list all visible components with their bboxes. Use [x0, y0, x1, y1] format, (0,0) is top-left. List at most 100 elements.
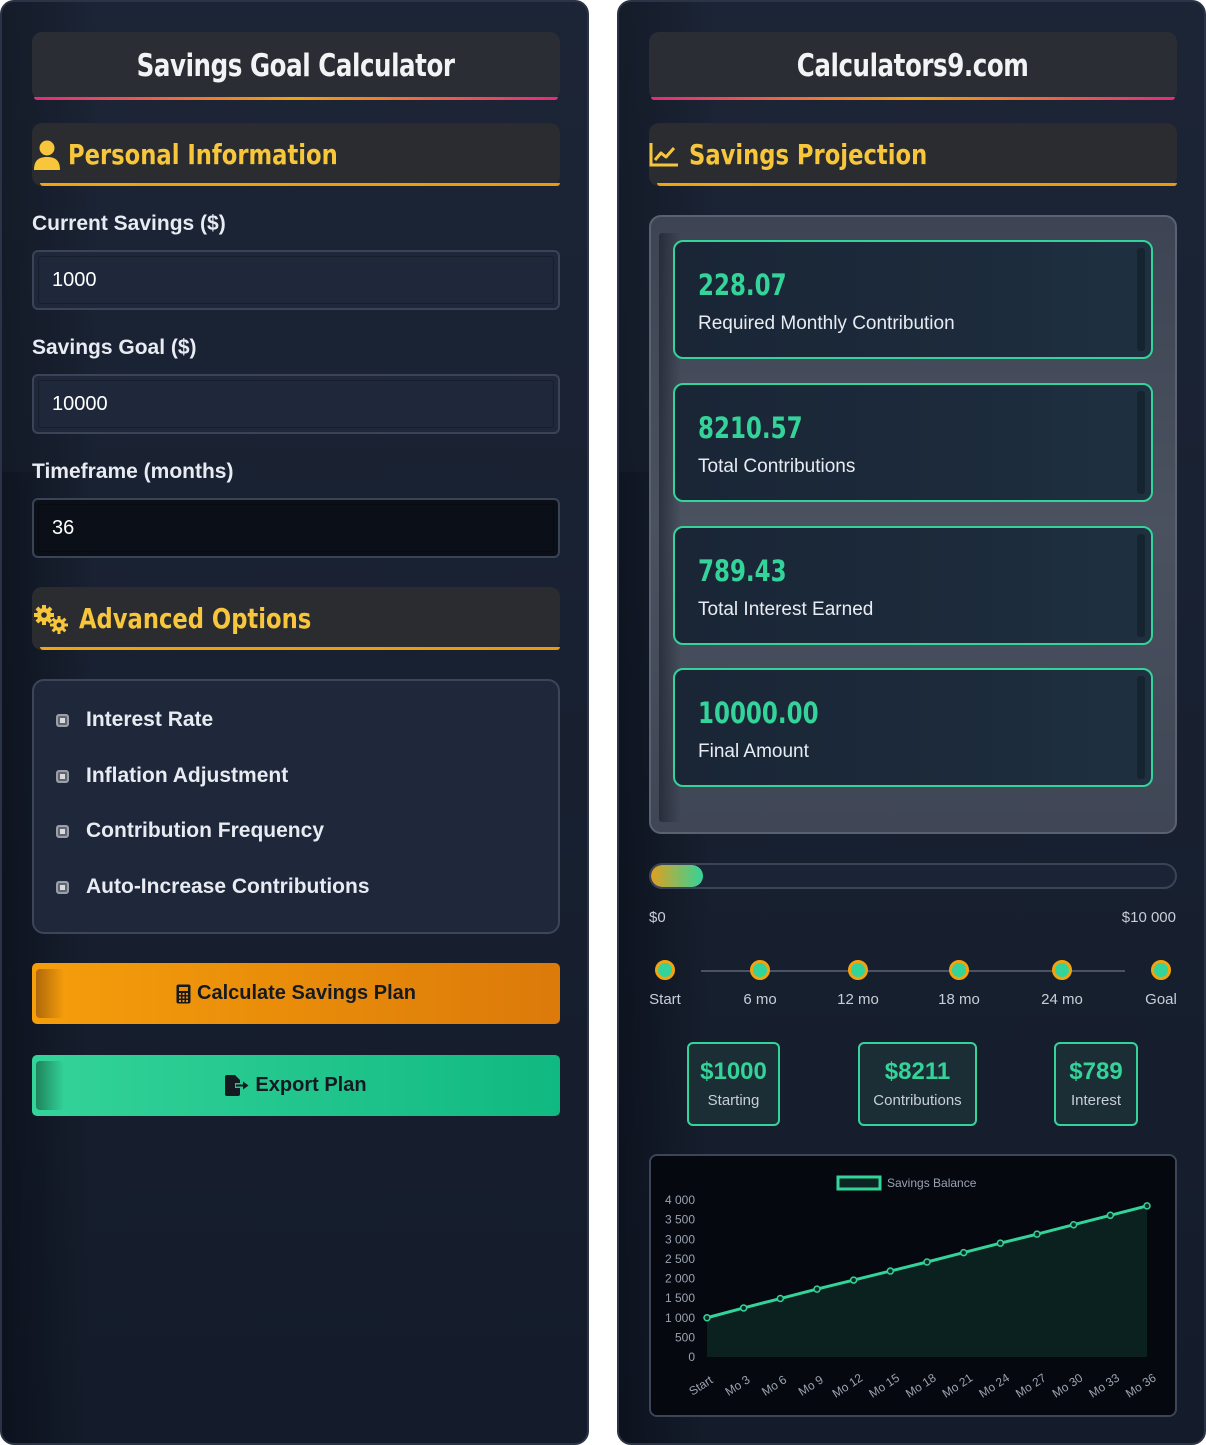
option-contribution-frequency[interactable]: Contribution Frequency: [56, 819, 324, 843]
calculator-panel: Savings Goal Calculator Personal Informa…: [0, 0, 589, 1445]
data-point: [703, 1314, 711, 1322]
personal-info-header: Personal Information: [32, 123, 560, 186]
data-point: [886, 1267, 895, 1275]
option-interest-rate[interactable]: Interest Rate: [56, 708, 213, 732]
data-point: [849, 1276, 858, 1284]
savings-goal-value: 10000: [52, 392, 108, 415]
y-tick-label: 1 500: [665, 1291, 695, 1305]
savings-goal-input[interactable]: 10000: [32, 374, 560, 434]
stat-label: Total Contributions: [698, 456, 856, 477]
projection-header: Savings Projection: [649, 123, 1177, 186]
data-point: [959, 1248, 968, 1257]
current-savings-label: Current Savings ($): [32, 212, 226, 235]
progress-min-label: $0: [649, 909, 666, 926]
option-label: Contribution Frequency: [86, 819, 324, 842]
file-export-icon: [225, 1075, 249, 1096]
option-label: Auto-Increase Contributions: [86, 875, 370, 898]
calculate-button-label: Calculate Savings Plan: [197, 982, 416, 1004]
stat-value: 228.07: [698, 268, 787, 302]
results-panel: Calculators9.com Savings Projection 228.…: [617, 0, 1206, 1445]
y-tick-label: 3 500: [665, 1213, 695, 1227]
milestone: 12 mo: [818, 960, 898, 1008]
site-title-bar: Calculators9.com: [649, 32, 1177, 100]
stat-total-interest: 789.43 Total Interest Earned: [673, 526, 1153, 645]
chart-line-icon: [649, 140, 679, 170]
data-point: [813, 1285, 821, 1293]
summary-value: $789: [1069, 1058, 1123, 1085]
site-title: Calculators9.com: [797, 48, 1029, 84]
milestone-label: 18 mo: [938, 991, 980, 1008]
stat-value: 8210.57: [698, 411, 803, 445]
summary-contributions: $8211 Contributions: [858, 1042, 977, 1126]
milestone-dot: [655, 960, 675, 980]
progress-max-label: $10 000: [1121, 909, 1176, 926]
y-tick-label: 500: [675, 1330, 695, 1344]
stat-value: 10000.00: [698, 696, 819, 730]
data-point: [1143, 1202, 1151, 1210]
data-point: [1106, 1211, 1115, 1220]
data-point: [776, 1294, 785, 1303]
calculator-title-bar: Savings Goal Calculator: [32, 32, 560, 100]
data-point: [739, 1304, 748, 1312]
summary-value: $1000: [700, 1058, 767, 1085]
milestone-label: 6 mo: [743, 991, 777, 1008]
milestone: Goal: [1121, 960, 1201, 1008]
calculator-icon: [176, 984, 191, 1004]
summary-label: Interest: [1070, 1092, 1122, 1109]
milestone-label: 24 mo: [1041, 991, 1083, 1008]
stat-total-contributions: 8210.57 Total Contributions: [673, 383, 1153, 502]
data-point: [1069, 1220, 1078, 1229]
milestone-dot: [848, 960, 868, 980]
data-point: [923, 1258, 931, 1266]
savings-goal-label: Savings Goal ($): [32, 336, 197, 359]
legend-swatch: [836, 1175, 882, 1191]
y-tick-label: 0: [688, 1350, 695, 1364]
stat-label: Final Amount: [698, 741, 809, 762]
option-inflation-adjustment[interactable]: Inflation Adjustment: [56, 764, 288, 788]
milestone-label: Goal: [1145, 991, 1177, 1008]
y-tick-label: 2 000: [665, 1272, 695, 1286]
stat-monthly-contribution: 228.07 Required Monthly Contribution: [673, 240, 1153, 359]
option-auto-increase[interactable]: Auto-Increase Contributions: [56, 875, 370, 899]
milestone: 24 mo: [1022, 960, 1102, 1008]
data-point: [996, 1239, 1005, 1247]
calculator-title: Savings Goal Calculator: [137, 48, 455, 84]
timeframe-input[interactable]: 36: [32, 498, 560, 558]
summary-starting: $1000 Starting: [687, 1042, 780, 1126]
legend-label: Savings Balance: [887, 1176, 977, 1190]
export-button[interactable]: Export Plan: [32, 1055, 560, 1116]
y-tick-label: 1 000: [665, 1311, 695, 1325]
export-button-label: Export Plan: [255, 1074, 367, 1096]
user-icon: [32, 140, 62, 170]
timeframe-value: 36: [52, 516, 75, 539]
milestone-dot: [949, 960, 969, 980]
advanced-options-title: Advanced Options: [79, 602, 312, 635]
goal-progress-bar: [649, 863, 1177, 889]
option-label: Interest Rate: [86, 708, 214, 731]
advanced-options-list: Interest Rate Inflation Adjustment Contr…: [32, 679, 560, 934]
checkbox[interactable]: [56, 824, 69, 838]
current-savings-input[interactable]: 1000: [32, 250, 560, 310]
stat-value: 789.43: [698, 554, 787, 588]
advanced-options-header[interactable]: Advanced Options: [32, 587, 560, 650]
checkbox[interactable]: [56, 769, 69, 783]
checkbox[interactable]: [56, 713, 69, 727]
savings-chart-svg: 0 500 1 000 1 500 2 000 2 500 3 000 3 500 4 000 S…: [651, 1156, 1175, 1415]
milestone-label: 12 mo: [837, 991, 879, 1008]
savings-chart: 0 500 1 000 1 500 2 000 2 500 3 000 3 500 4 000 S…: [649, 1154, 1177, 1417]
milestone: 6 mo: [720, 960, 800, 1008]
milestone-label: Start: [649, 991, 681, 1008]
checkbox[interactable]: [56, 880, 69, 894]
stat-label: Total Interest Earned: [698, 599, 874, 620]
milestone: 18 mo: [919, 960, 999, 1008]
gears-icon: [32, 604, 70, 634]
stat-final-amount: 10000.00 Final Amount: [673, 668, 1153, 787]
summary-label: Starting: [707, 1092, 760, 1109]
milestone: Start: [625, 960, 705, 1008]
calculate-button[interactable]: Calculate Savings Plan: [32, 963, 560, 1024]
projection-results: 228.07 Required Monthly Contribution 821…: [649, 215, 1177, 834]
summary-interest: $789 Interest: [1054, 1042, 1138, 1126]
current-savings-value: 1000: [52, 268, 97, 291]
y-tick-label: 3 000: [665, 1232, 695, 1246]
stat-label: Required Monthly Contribution: [698, 313, 955, 334]
